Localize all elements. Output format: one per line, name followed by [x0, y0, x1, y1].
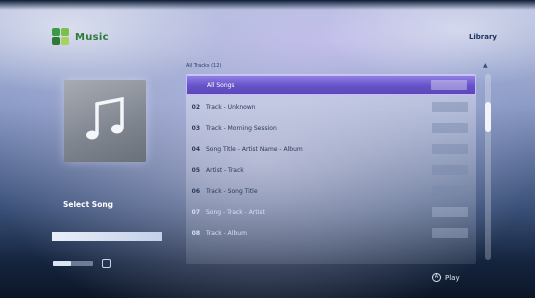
scrollbar-thumb[interactable] — [485, 102, 491, 132]
progress-fill — [52, 232, 162, 241]
track-title: Track - Morning Session — [206, 124, 277, 132]
track-title: Track - Song Title — [206, 187, 258, 195]
volume-control[interactable] — [53, 259, 111, 268]
play-button[interactable]: A Play — [432, 273, 460, 282]
track-number: 02 — [191, 103, 200, 111]
track-duration — [432, 228, 468, 238]
track-title: Track - Unknown — [206, 103, 256, 111]
track-duration — [431, 80, 467, 90]
track-title: Song - Track - Artist — [206, 208, 265, 216]
logo-text: Music — [75, 31, 109, 43]
progress-bar[interactable] — [52, 232, 162, 241]
music-note-icon — [86, 96, 124, 140]
app-logo: Music — [52, 28, 109, 46]
scrollbar[interactable] — [485, 74, 491, 260]
track-duration — [432, 123, 468, 133]
track-duration — [432, 207, 468, 217]
track-title: Song Title - Artist Name - Album — [206, 145, 303, 153]
track-number: 04 — [191, 145, 200, 153]
play-button-label: Play — [445, 273, 460, 282]
track-number: 05 — [191, 166, 200, 174]
track-duration — [432, 165, 468, 175]
track-title: Track - Album — [206, 229, 247, 237]
volume-fill — [53, 261, 71, 266]
track-duration — [432, 144, 468, 154]
track-row[interactable]: 04 Song Title - Artist Name - Album — [186, 139, 476, 159]
track-row[interactable]: 06 Track - Song Title — [186, 181, 476, 201]
volume-slider[interactable] — [53, 261, 93, 266]
track-number: 03 — [191, 124, 200, 132]
volume-icon[interactable] — [102, 259, 111, 268]
track-list[interactable]: All Songs 02 Track - Unknown 03 Track - Morn… — [186, 74, 476, 264]
track-row[interactable]: 02 Track - Unknown — [186, 97, 476, 117]
track-row-selected[interactable]: All Songs — [186, 75, 476, 95]
track-number: 08 — [191, 229, 200, 237]
now-playing-title: Select Song — [63, 200, 114, 209]
logo-icon — [52, 28, 70, 46]
track-duration — [432, 102, 468, 112]
track-title: All Songs — [207, 81, 235, 89]
track-title: Artist - Track — [206, 166, 244, 174]
track-duration — [432, 186, 468, 196]
track-row[interactable]: 05 Artist - Track — [186, 160, 476, 180]
track-row[interactable]: 08 Track - Album — [186, 223, 476, 243]
album-art — [64, 80, 146, 162]
header-library-label[interactable]: Library — [469, 33, 497, 41]
button-key-icon: A — [432, 273, 441, 282]
track-number: 06 — [191, 187, 200, 195]
track-number: 07 — [191, 208, 200, 216]
list-caption: All Tracks (12) — [186, 63, 222, 69]
track-row[interactable]: 03 Track - Morning Session — [186, 118, 476, 138]
track-row[interactable]: 07 Song - Track - Artist — [186, 202, 476, 222]
scroll-up-icon[interactable]: ▲ — [483, 62, 488, 69]
